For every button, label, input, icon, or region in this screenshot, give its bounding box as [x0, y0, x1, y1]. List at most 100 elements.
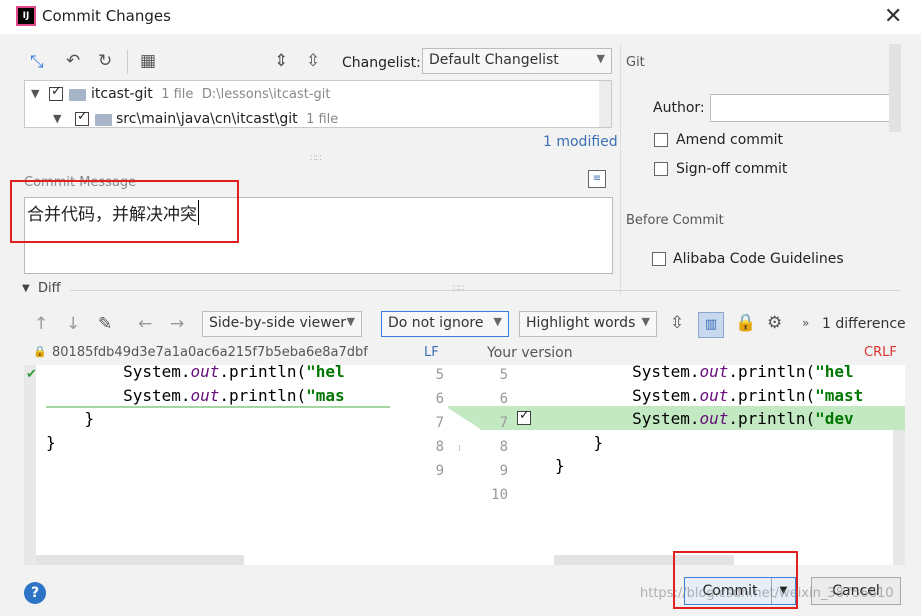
code-line: } — [555, 432, 604, 452]
changes-tree: ▼ itcast-git 1 file D:\lessons\itcast-gi… — [24, 80, 612, 128]
splitter-handle[interactable]: ∷∷ — [453, 284, 464, 294]
chevron-down-icon[interactable]: ▼ — [22, 283, 30, 294]
toolbar-separator — [127, 50, 128, 74]
line-number: 9 — [435, 463, 444, 479]
highlight-dropdown[interactable]: Highlight words ▼ — [519, 311, 657, 337]
diff-separator — [70, 290, 900, 291]
collapse-all-icon[interactable]: ⇳ — [306, 51, 320, 71]
author-label: Author: — [653, 100, 705, 116]
modified-count[interactable]: 1 modified — [543, 134, 618, 150]
before-commit-label: Before Commit — [626, 213, 724, 228]
child-name[interactable]: src\main\java\cn\itcast\git — [116, 111, 298, 127]
left-scrollbar[interactable] — [24, 365, 36, 565]
window-title: Commit Changes — [42, 7, 171, 25]
right-line-numbers: 5 6 7 8 9 10 — [484, 363, 508, 507]
alibaba-label[interactable]: Alibaba Code Guidelines — [673, 251, 844, 267]
code-line: System.out.println("hel — [46, 362, 345, 381]
right-line-separator[interactable]: CRLF — [864, 345, 897, 360]
line-number: 5 — [435, 367, 444, 383]
author-input[interactable] — [710, 94, 898, 122]
signoff-label[interactable]: Sign-off commit — [676, 161, 787, 177]
changelist-value: Default Changelist — [429, 52, 559, 68]
alibaba-checkbox[interactable] — [652, 252, 666, 266]
tree-scrollbar[interactable] — [599, 81, 611, 127]
watermark-text: https://blog.csdn.net/weixin_38756610 — [640, 586, 894, 601]
highlight-box — [10, 180, 239, 243]
apply-change-checkbox[interactable] — [517, 408, 531, 425]
line-number: 6 — [499, 391, 508, 407]
highlight-value: Highlight words — [526, 315, 636, 331]
root-name[interactable]: itcast-git — [91, 86, 153, 102]
line-number: 7 — [435, 415, 444, 431]
line-number: 9 — [499, 463, 508, 479]
right-code: System.out.println("hel System.out.print… — [555, 360, 903, 560]
difference-count: 1 difference — [822, 316, 906, 332]
left-line-numbers: 5 6 7 8 9 — [420, 363, 444, 483]
show-diff-icon[interactable]: ⤡ — [30, 52, 44, 72]
child-checkbox[interactable] — [75, 109, 89, 126]
refresh-icon[interactable]: ↻ — [98, 51, 112, 71]
viewer-dropdown[interactable]: Side-by-side viewer ▼ — [202, 311, 362, 337]
right-title: Your version — [487, 345, 573, 361]
ignore-dropdown[interactable]: Do not ignore ▼ — [381, 311, 509, 337]
arrow-up-icon[interactable]: ↑ — [34, 314, 48, 334]
changelist-dropdown[interactable]: Default Changelist ▼ — [422, 48, 612, 74]
left-line-separator[interactable]: LF — [424, 345, 439, 360]
diff-connector — [448, 406, 482, 430]
root-count: 1 file — [161, 87, 194, 102]
rollback-icon[interactable]: ↶ — [66, 51, 80, 71]
changelist-label: Changelist: — [342, 55, 421, 71]
line-number: 5 — [499, 367, 508, 383]
arrow-right-icon[interactable]: → — [170, 314, 184, 334]
amend-label[interactable]: Amend commit — [676, 132, 783, 148]
code-line: } — [46, 409, 95, 428]
left-code: System.out.println("hel System.out.print… — [46, 360, 382, 560]
folder-icon — [69, 89, 86, 101]
viewer-value: Side-by-side viewer — [209, 315, 347, 331]
chevron-down-icon: ▼ — [493, 315, 502, 328]
child-count: 1 file — [306, 112, 339, 127]
right-scrollbar[interactable] — [889, 44, 901, 132]
close-icon[interactable]: ✕ — [884, 4, 902, 29]
group-by-icon[interactable]: ▦ — [140, 51, 156, 71]
help-button[interactable]: ? — [24, 582, 46, 604]
code-line: System.out.println("hel — [555, 362, 854, 381]
gear-icon[interactable]: ⚙ — [767, 313, 782, 333]
arrow-left-icon[interactable]: ← — [138, 314, 152, 334]
root-checkbox[interactable] — [49, 84, 63, 101]
chevron-down-icon: ▼ — [596, 52, 605, 65]
diff-gutter — [390, 365, 548, 565]
collapse-unchanged-icon[interactable]: ⇳ — [670, 313, 684, 333]
chevron-down-icon[interactable]: ▼ — [53, 112, 61, 125]
chevron-down-icon: ▼ — [641, 315, 650, 328]
line-number: 7 — [499, 415, 508, 431]
arrow-down-icon[interactable]: ↓ — [66, 314, 80, 334]
intellij-logo-icon: IJ — [16, 6, 36, 26]
check-icon: ✔ — [26, 367, 37, 382]
line-number: 6 — [435, 391, 444, 407]
diff-title[interactable]: Diff — [38, 281, 61, 296]
code-line: System.out.println("dev — [555, 409, 854, 428]
ignore-value: Do not ignore — [388, 315, 484, 331]
edit-icon[interactable]: ✎ — [98, 314, 112, 334]
chevron-down-icon[interactable]: ▼ — [31, 87, 39, 100]
message-history-icon[interactable]: ≡ — [588, 170, 606, 188]
signoff-checkbox[interactable] — [654, 162, 668, 176]
splitter-handle[interactable]: ∷∷ — [310, 154, 321, 164]
panel-divider — [620, 44, 621, 294]
more-icon[interactable]: » — [802, 316, 809, 330]
lock-icon[interactable]: 🔒 — [735, 313, 756, 333]
expand-all-icon[interactable]: ⇕ — [274, 51, 288, 71]
line-number: 8 — [499, 439, 508, 455]
left-revision-hash: 80185fdb49d3e7a1a0ac6a215f7b5eba6e8a7dbf — [52, 345, 368, 360]
root-path: D:\lessons\itcast-git — [201, 87, 331, 102]
folder-icon — [95, 114, 112, 126]
left-h-scrollbar[interactable] — [36, 555, 244, 565]
chevron-down-icon: ▼ — [346, 315, 355, 328]
line-number: 8 — [435, 439, 444, 455]
code-line: System.out.println("mast — [555, 385, 864, 405]
amend-checkbox[interactable] — [654, 133, 668, 147]
gutter-handle: ⁞ — [458, 444, 461, 454]
code-line: } — [555, 456, 565, 475]
sync-scroll-icon[interactable]: ▥ — [698, 312, 724, 338]
